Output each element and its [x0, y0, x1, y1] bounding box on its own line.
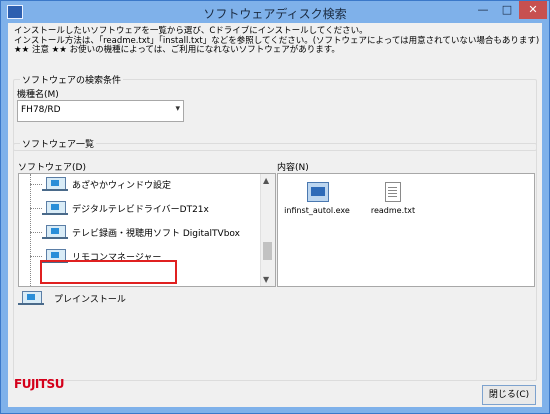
tree-item-digital-tvbox[interactable]: テレビ録画・視聴用ソフト DigitalTVbox: [19, 223, 257, 241]
search-conditions-legend: ソフトウェアの検索条件: [20, 73, 124, 86]
computer-icon-base: [42, 189, 68, 191]
tree-branch: [30, 208, 42, 209]
instruction-line-3: ★★ 注意 ★★ お使いの機種によっては、ご利用になれないソフトウェアがあります…: [14, 45, 340, 55]
selection-highlight: [40, 260, 177, 284]
file-name: readme.txt: [370, 206, 416, 215]
maximize-button[interactable]: □: [495, 1, 519, 19]
model-select[interactable]: FH78/RD ▾: [17, 100, 184, 122]
exe-file-icon: [307, 182, 329, 202]
tree-branch: [30, 184, 42, 185]
close-button[interactable]: 閉じる(C): [482, 385, 536, 405]
close-window-button[interactable]: ✕: [519, 1, 547, 19]
computer-icon-base: [18, 303, 44, 305]
software-tree[interactable]: あざやかウィンドウ設定 デジタルテレビドライバーDT21x テレビ録画・視聴用ソ…: [18, 173, 276, 287]
tree-scrollbar[interactable]: ▲ ▼: [260, 174, 275, 286]
window-title: ソフトウェアディスク検索: [203, 7, 347, 21]
tree-item-azayaka-window[interactable]: あざやかウィンドウ設定: [19, 175, 257, 193]
tree-branch: [30, 256, 42, 257]
file-name: infinst_autol.exe: [284, 206, 350, 215]
tree-item-label: テレビ録画・視聴用ソフト DigitalTVbox: [72, 229, 240, 239]
preinstall-label: プレインストール: [54, 295, 126, 305]
fujitsu-logo: FUJITSU: [14, 377, 64, 391]
software-label: ソフトウェア(D): [18, 163, 86, 173]
software-list-legend: ソフトウェア一覧: [20, 137, 97, 150]
file-item-exe[interactable]: infinst_autol.exe: [282, 180, 352, 230]
scroll-up-icon[interactable]: ▲: [263, 176, 269, 185]
file-item-txt[interactable]: readme.txt: [358, 180, 428, 230]
title-bar[interactable]: ソフトウェアディスク検索 — □ ✕: [1, 1, 549, 23]
preinstall-item[interactable]: プレインストール: [18, 287, 218, 307]
software-disk-search-window: ソフトウェアディスク検索 — □ ✕ インストールしたいソフトウェアを一覧から選…: [0, 0, 550, 414]
computer-icon-base: [42, 237, 68, 239]
tree-branch: [30, 232, 42, 233]
scroll-down-icon[interactable]: ▼: [263, 275, 269, 284]
minimize-button[interactable]: —: [471, 1, 495, 19]
model-select-value: FH78/RD: [21, 105, 61, 115]
tree-item-label: デジタルテレビドライバーDT21x: [72, 205, 209, 215]
text-file-icon: [385, 182, 401, 202]
instructions: インストールしたいソフトウェアを一覧から選び、Cドライブにインストールしてくださ…: [14, 26, 539, 56]
content-pane[interactable]: infinst_autol.exe readme.txt: [277, 173, 535, 287]
scrollbar-thumb[interactable]: [263, 242, 272, 260]
tree-item-digital-tv-driver[interactable]: デジタルテレビドライバーDT21x: [19, 199, 257, 217]
chevron-down-icon: ▾: [175, 104, 180, 114]
client-area: インストールしたいソフトウェアを一覧から選び、Cドライブにインストールしてくださ…: [8, 23, 542, 407]
tree-item-label: あざやかウィンドウ設定: [72, 181, 172, 191]
content-label: 内容(N): [277, 163, 309, 173]
computer-icon-base: [42, 213, 68, 215]
model-label: 機種名(M): [17, 90, 59, 100]
